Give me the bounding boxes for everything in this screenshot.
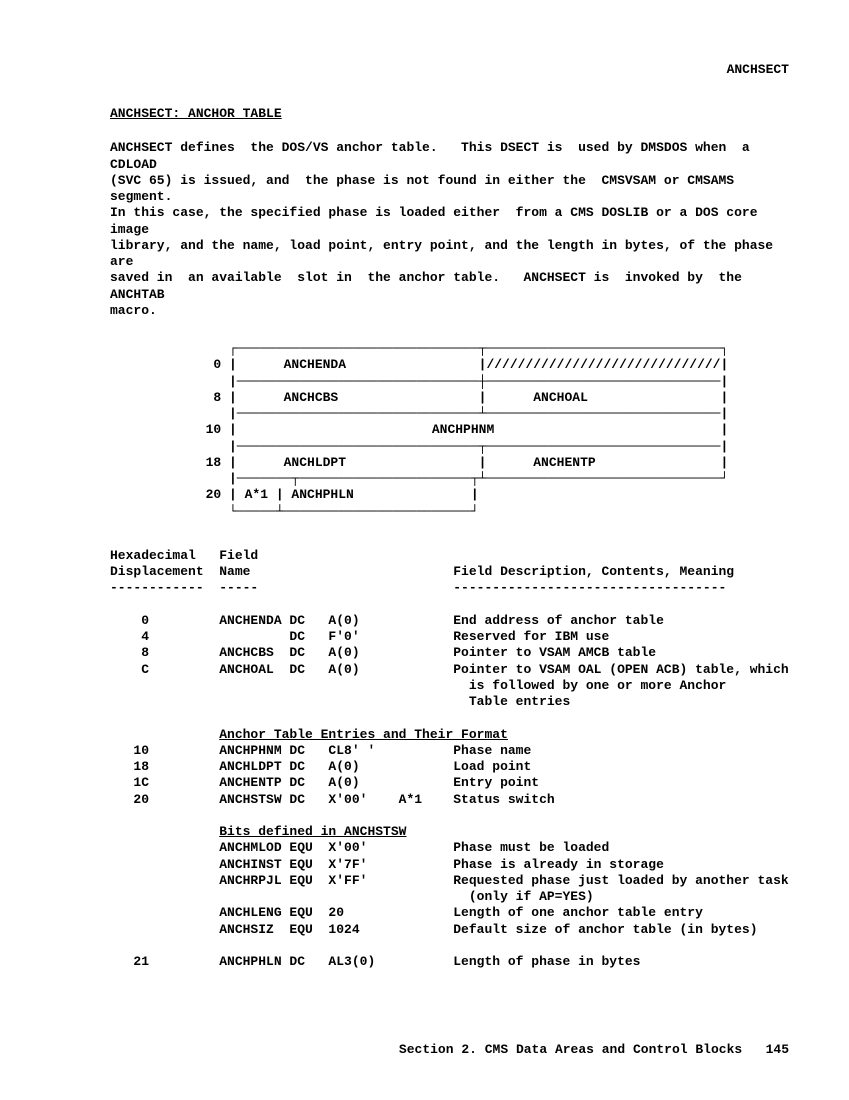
page: ANCHSECT ANCHSECT: ANCHOR TABLE ANCHSECT… [0, 0, 849, 1100]
running-head: ANCHSECT [727, 62, 789, 78]
intro-paragraph: ANCHSECT defines the DOS/VS anchor table… [110, 140, 789, 319]
section-title: ANCHSECT: ANCHOR TABLE [110, 106, 789, 122]
page-footer: Section 2. CMS Data Areas and Control Bl… [399, 1042, 789, 1058]
field-table: Hexadecimal Field Displacement Name Fiel… [110, 548, 789, 971]
footer-page-number: 145 [766, 1042, 789, 1057]
layout-diagram: ┌───────────────────────────────┬───────… [190, 341, 789, 520]
footer-text: Section 2. CMS Data Areas and Control Bl… [399, 1042, 742, 1057]
